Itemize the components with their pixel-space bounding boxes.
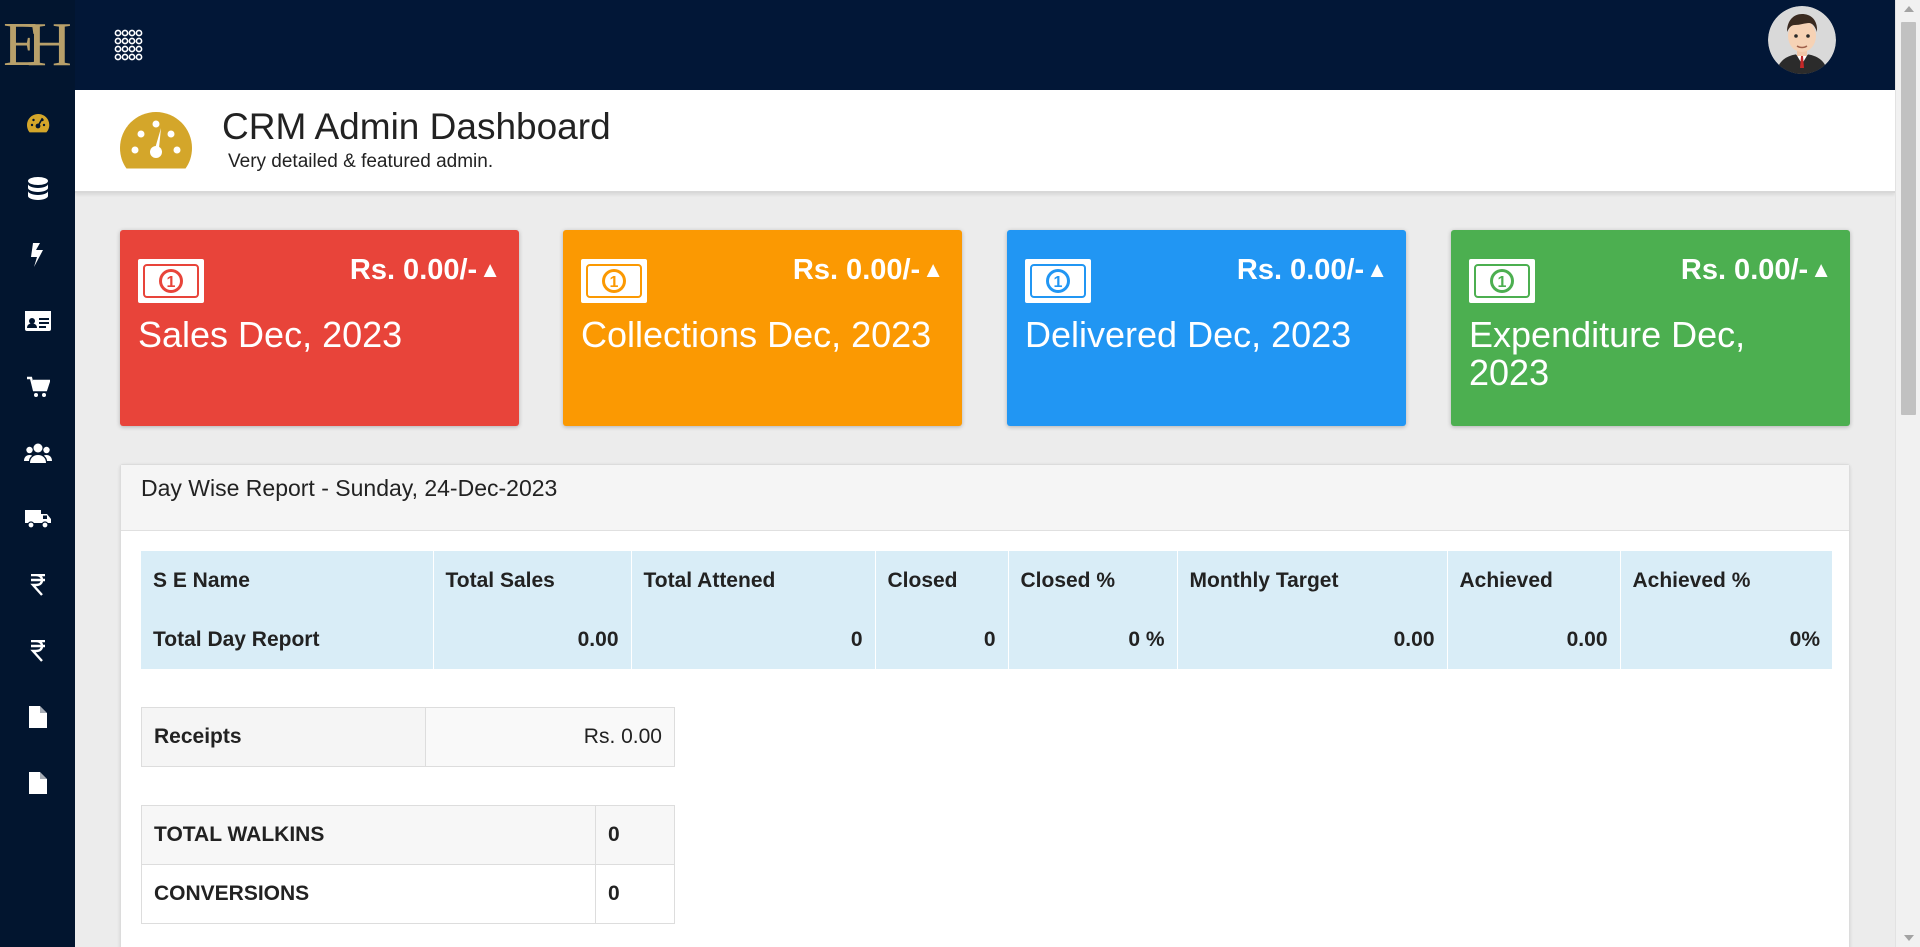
cell-achieved-pct: 0%: [1619, 610, 1832, 669]
sidebar-item-truck[interactable]: [0, 486, 75, 552]
database-icon: [27, 177, 48, 200]
dashboard-dial-icon: [120, 112, 192, 169]
report-title: Day Wise Report - Sunday, 24-Dec-2023: [121, 465, 1849, 531]
file-icon: [28, 772, 47, 794]
col-total-attened: Total Attened: [630, 551, 875, 610]
apps-menu-button[interactable]: [113, 29, 145, 61]
col-achieved-pct: Achieved %: [1619, 551, 1832, 610]
cell-total-sales: 0.00: [432, 610, 631, 669]
conversions-label: CONVERSIONS: [141, 864, 596, 924]
trend-up-icon: ▲: [1810, 257, 1832, 282]
id-card-icon: [24, 311, 51, 331]
users-icon: [23, 443, 52, 463]
cell-achieved: 0.00: [1446, 610, 1620, 669]
sidebar-item-id-card[interactable]: [0, 288, 75, 354]
expenditure-amount: Rs. 0.00/-▲: [1680, 254, 1832, 286]
rupee-icon: [29, 640, 45, 662]
col-monthly-target: Monthly Target: [1176, 551, 1447, 610]
table-row: Total Day Report 0.00 0 0 0 % 0.00 0.00 …: [141, 610, 1832, 669]
cell-closed-pct: 0 %: [1007, 610, 1177, 669]
table-row: CONVERSIONS 0: [141, 864, 675, 924]
svg-text:1: 1: [610, 274, 619, 291]
brand-logo[interactable]: EH: [0, 0, 75, 90]
collections-label: Collections Dec, 2023: [581, 314, 932, 355]
receipts-value: Rs. 0.00: [425, 707, 675, 767]
page-scrollbar[interactable]: [1895, 0, 1920, 947]
sidebar-item-database[interactable]: [0, 156, 75, 222]
money-icon: 1: [1025, 259, 1091, 303]
sidebar-item-dashboard[interactable]: [0, 90, 75, 156]
col-closed-pct: Closed %: [1007, 551, 1177, 610]
cart-icon: [26, 376, 50, 397]
rupee-icon: [29, 574, 45, 596]
delivered-label: Delivered Dec, 2023: [1025, 314, 1352, 355]
walkins-table: TOTAL WALKINS 0 CONVERSIONS 0: [141, 805, 675, 924]
page-header: CRM Admin Dashboard Very detailed & feat…: [75, 90, 1895, 193]
receipts-label: Receipts: [141, 707, 426, 767]
sidebar-item-file-1[interactable]: [0, 684, 75, 750]
sidebar-item-users[interactable]: [0, 420, 75, 486]
sidebar-item-rupee-2[interactable]: [0, 618, 75, 684]
page-subtitle: Very detailed & featured admin.: [228, 151, 494, 172]
scroll-down-icon[interactable]: [1904, 935, 1914, 941]
exchange-icon: [30, 243, 43, 267]
sales-card[interactable]: 1 Rs. 0.00/-▲ Sales Dec, 2023: [120, 230, 519, 426]
expenditure-card[interactable]: 1 Rs. 0.00/-▲ Expenditure Dec, 2023: [1451, 230, 1850, 426]
money-icon: 1: [1469, 259, 1535, 303]
truck-icon: [24, 510, 51, 529]
col-achieved: Achieved: [1446, 551, 1620, 610]
col-total-sales: Total Sales: [432, 551, 631, 610]
expenditure-label: Expenditure Dec, 2023: [1469, 314, 1746, 393]
user-avatar-image: [1768, 6, 1836, 74]
money-icon: 1: [138, 259, 204, 303]
receipts-table: Receipts Rs. 0.00: [141, 707, 675, 767]
table-row: Receipts Rs. 0.00: [141, 707, 675, 767]
day-wise-report-panel: Day Wise Report - Sunday, 24-Dec-2023 S …: [120, 464, 1850, 947]
scrollbar-thumb[interactable]: [1901, 22, 1916, 415]
stat-cards: 1 Rs. 0.00/-▲ Sales Dec, 2023 1 Rs. 0.00…: [120, 230, 1850, 426]
svg-text:1: 1: [167, 274, 176, 291]
sidebar: EH: [0, 0, 75, 947]
top-navbar: [75, 0, 1895, 90]
total-walkins-label: TOTAL WALKINS: [141, 805, 596, 865]
scroll-up-icon[interactable]: [1904, 6, 1914, 12]
col-se-name: S E Name: [153, 568, 250, 592]
sidebar-nav: [0, 90, 75, 816]
dashboard-icon: [26, 113, 49, 133]
sales-label: Sales Dec, 2023: [138, 314, 403, 355]
delivered-amount: Rs. 0.00/-▲: [1236, 254, 1388, 286]
collections-card[interactable]: 1 Rs. 0.00/-▲ Collections Dec, 2023: [563, 230, 962, 426]
sales-amount: Rs. 0.00/-▲: [349, 254, 501, 286]
report-table: S E Name Total Sales Total Attened Close…: [141, 551, 1832, 669]
col-closed: Closed: [874, 551, 1008, 610]
sidebar-item-file-2[interactable]: [0, 750, 75, 816]
svg-text:1: 1: [1498, 274, 1507, 291]
trend-up-icon: ▲: [1366, 257, 1388, 282]
total-walkins-value: 0: [595, 805, 675, 865]
trend-up-icon: ▲: [479, 257, 501, 282]
svg-text:1: 1: [1054, 274, 1063, 291]
collections-amount: Rs. 0.00/-▲: [792, 254, 944, 286]
conversions-value: 0: [595, 864, 675, 924]
trend-up-icon: ▲: [922, 257, 944, 282]
apps-grid-icon: [114, 29, 143, 61]
sidebar-item-rupee-1[interactable]: [0, 552, 75, 618]
report-header-row: S E Name Total Sales Total Attened Close…: [141, 551, 1832, 610]
money-icon: 1: [581, 259, 647, 303]
cell-closed: 0: [874, 610, 1008, 669]
cell-monthly-target: 0.00: [1176, 610, 1447, 669]
user-avatar[interactable]: [1768, 6, 1836, 74]
sidebar-item-exchange[interactable]: [0, 222, 75, 288]
sidebar-item-cart[interactable]: [0, 354, 75, 420]
delivered-card[interactable]: 1 Rs. 0.00/-▲ Delivered Dec, 2023: [1007, 230, 1406, 426]
page-title: CRM Admin Dashboard: [222, 106, 611, 147]
cell-total-attened: 0: [630, 610, 875, 669]
table-row: TOTAL WALKINS 0: [141, 805, 675, 865]
file-icon: [28, 706, 47, 728]
cell-se-name: Total Day Report: [153, 627, 320, 651]
